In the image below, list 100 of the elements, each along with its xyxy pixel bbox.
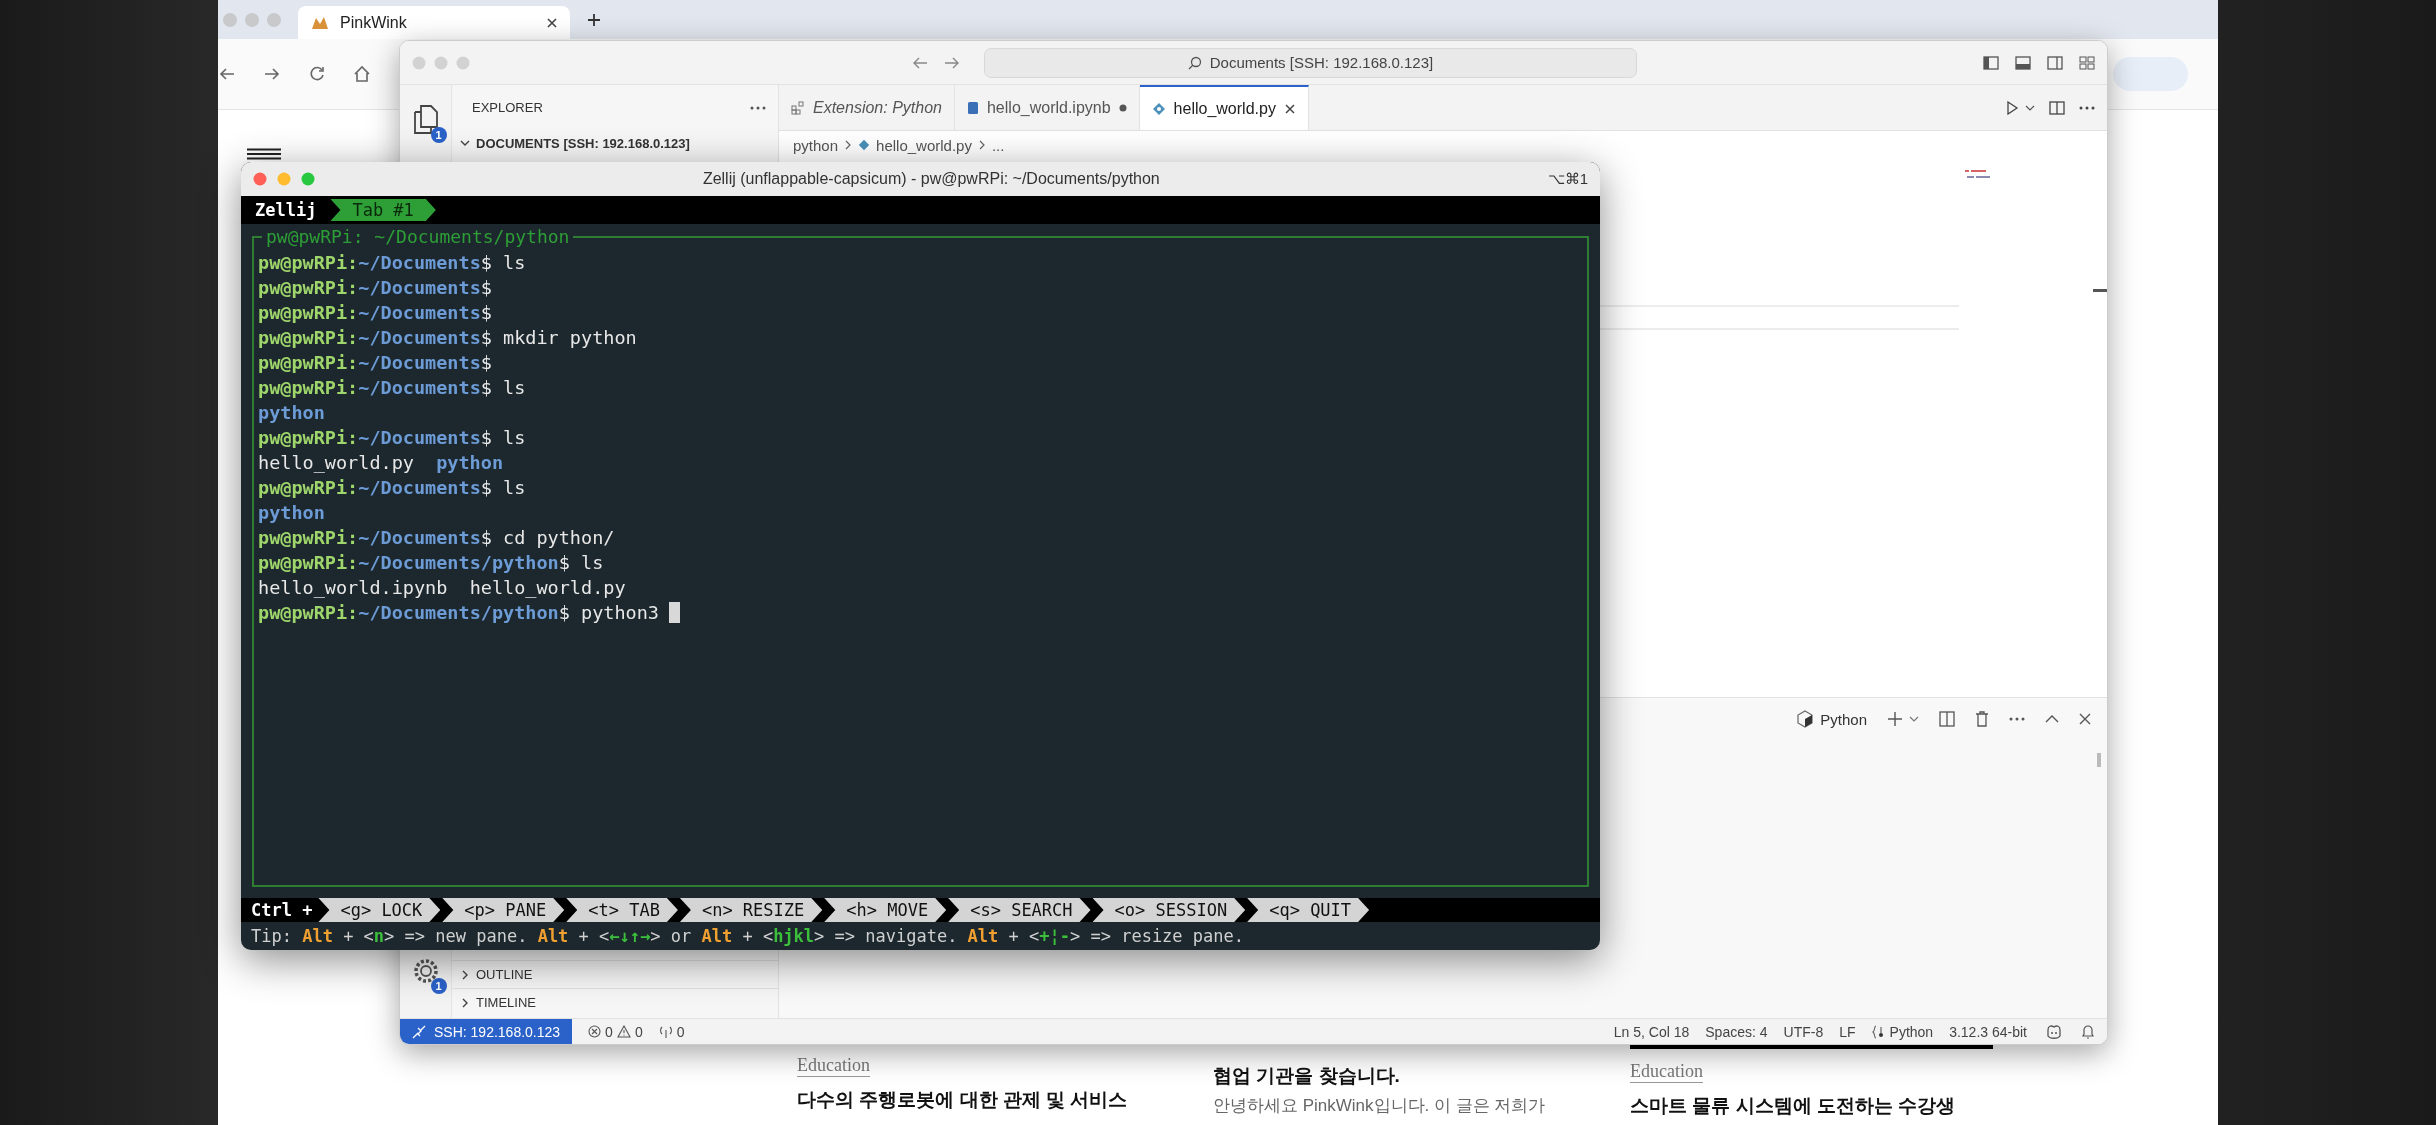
breadcrumb-item[interactable]: ...	[991, 136, 1005, 154]
remote-icon	[412, 1024, 426, 1039]
trash-icon[interactable]	[1975, 711, 1989, 727]
close-icon[interactable]	[546, 16, 558, 29]
antenna-icon	[658, 1025, 673, 1038]
forward-icon[interactable]	[944, 55, 960, 70]
secondary-sidebar-icon[interactable]	[2047, 55, 2063, 70]
editor-tab[interactable]: hello_world.py	[1139, 85, 1309, 130]
back-icon[interactable]	[218, 66, 236, 82]
breadcrumb-item[interactable]: python	[793, 136, 839, 154]
notification-badge: 1	[430, 978, 447, 994]
prompt-line: pw@pwRPi:~/Documents$ mkdir python	[258, 326, 637, 350]
sidebar-toggle-icon[interactable]	[1983, 55, 1999, 70]
layout-icon[interactable]	[2079, 55, 2095, 70]
back-icon[interactable]	[912, 55, 928, 70]
terminal-profile-icon	[1796, 710, 1815, 728]
interpreter-indicator[interactable]: 3.12.3 64-bit	[1949, 1023, 2027, 1040]
prompt-line: pw@pwRPi:~/Documents/python$ ls	[258, 551, 604, 575]
more-actions-icon[interactable]	[2079, 105, 2095, 110]
python-file-icon	[858, 139, 871, 151]
notebook-icon	[966, 100, 979, 115]
split-terminal-icon[interactable]	[1939, 711, 1955, 727]
keybinding-hint[interactable]: <q> QUIT	[1247, 898, 1370, 922]
editor-tab[interactable]: hello_world.ipynb	[954, 85, 1140, 130]
keybinding-hint[interactable]: <h> MOVE	[824, 898, 947, 922]
window-title: Zellij (unflappable-capsicum) - pw@pwRPi: ~/Documents/python	[701, 170, 1161, 188]
chevron-icon	[977, 140, 986, 150]
prompt-line: pw@pwRPi:~/Documents$ ls	[258, 376, 526, 400]
tip-text: Tip: Alt + <n> => new pane. Alt + <←↓↑→> or Alt + <hjkl> => navigate. Alt + <+¦-> => resize pane.	[250, 925, 1245, 948]
window-controls-icon[interactable]	[253, 172, 315, 186]
category-link[interactable]: Education	[797, 1055, 870, 1077]
menu-icon[interactable]	[247, 148, 281, 160]
warning-icon	[616, 1025, 631, 1038]
article-title[interactable]: 스마트 물류 시스템에 도전하는 수강생	[1630, 1093, 1956, 1119]
python-file-icon	[1151, 101, 1166, 116]
scrollbar[interactable]	[2093, 289, 2107, 292]
indentation-indicator[interactable]: Spaces: 4	[1705, 1023, 1768, 1040]
keybinding-hint[interactable]: <n> RESIZE	[679, 898, 823, 922]
notification-badge: 1	[430, 127, 447, 143]
forward-icon[interactable]	[263, 66, 281, 82]
encoding-indicator[interactable]: UTF-8	[1783, 1023, 1824, 1040]
cursor-position[interactable]: Ln 5, Col 18	[1613, 1023, 1690, 1040]
browser-tab[interactable]: PinkWink	[298, 6, 570, 39]
prompt-line: pw@pwRPi:~/Documents$ ls	[258, 476, 526, 500]
terminal-name[interactable]: Python	[1820, 710, 1867, 728]
more-actions-icon[interactable]	[2009, 717, 2025, 721]
close-icon[interactable]	[1283, 102, 1296, 115]
caret-icon[interactable]	[2025, 103, 2035, 112]
prompt-line: pw@pwRPi:~/Documents$	[258, 351, 492, 375]
more-actions-icon[interactable]	[750, 105, 766, 110]
extensions-icon	[791, 100, 805, 115]
output-line: hello_world.py python	[258, 451, 504, 475]
remote-indicator[interactable]: SSH: 192.168.0.123	[400, 1019, 573, 1044]
editor-tab[interactable]: Extension: Python	[779, 85, 955, 130]
prompt-line: pw@pwRPi:~/Documents/python$ python3	[258, 601, 659, 625]
terminal-tab[interactable]: Tab #1	[330, 199, 436, 221]
chevron-icon	[844, 140, 853, 150]
keybinding-hint[interactable]: <g> LOCK	[318, 898, 441, 922]
article-title[interactable]: 협업 기관을 찾습니다.	[1213, 1063, 1400, 1089]
maximize-panel-icon[interactable]	[2045, 715, 2059, 723]
error-icon	[588, 1025, 602, 1038]
session-name: Zellij	[255, 200, 317, 220]
prompt-line: pw@pwRPi:~/Documents$ ls	[258, 251, 526, 275]
problems-indicator[interactable]: 0 0	[588, 1023, 643, 1040]
folder-header[interactable]: DOCUMENTS [SSH: 192.168.0.123]	[452, 130, 778, 156]
panel-toggle-icon[interactable]	[2015, 55, 2031, 70]
article-excerpt: 안녕하세요 PinkWink입니다. 이 글은 저희가	[1213, 1095, 1546, 1117]
shortcut-label: ⌥⌘1	[1547, 170, 1588, 188]
section-header[interactable]: TIMELINE	[452, 988, 778, 1016]
mode-label: Ctrl +	[251, 900, 313, 920]
caret-icon[interactable]	[1909, 715, 1919, 723]
new-terminal-icon[interactable]	[1887, 711, 1903, 727]
command-center-search[interactable]: Documents [SSH: 192.168.0.123]	[984, 47, 1637, 78]
run-icon[interactable]	[2005, 100, 2019, 115]
new-tab-icon[interactable]	[586, 11, 602, 28]
close-icon[interactable]	[2079, 713, 2091, 725]
search-icon	[1187, 55, 1202, 70]
output-line: hello_world.ipynb hello_world.py	[258, 576, 626, 600]
article-title[interactable]: 다수의 주행로봇에 대한 관제 및 서비스	[797, 1087, 1128, 1113]
output-line: python	[258, 501, 325, 525]
prompt-line: pw@pwRPi:~/Documents$ cd python/	[258, 526, 615, 550]
section-header[interactable]: OUTLINE	[452, 960, 778, 988]
keybinding-hint[interactable]: <p> PANE	[442, 898, 565, 922]
keybinding-hint[interactable]: <t> TAB	[566, 898, 678, 922]
keybinding-hint[interactable]: <o> SESSION	[1092, 898, 1246, 922]
prompt-line: pw@pwRPi:~/Documents$	[258, 276, 492, 300]
language-mode[interactable]: Python	[1871, 1023, 1934, 1040]
ports-indicator[interactable]: 0	[658, 1023, 685, 1040]
breadcrumb-item[interactable]: hello_world.py	[876, 136, 972, 154]
keybinding-hint[interactable]: <s> SEARCH	[948, 898, 1091, 922]
scrollbar[interactable]	[2097, 753, 2101, 767]
output-line: python	[258, 401, 325, 425]
home-icon[interactable]	[353, 65, 371, 83]
bell-icon[interactable]	[2081, 1023, 2095, 1040]
reload-icon[interactable]	[308, 65, 326, 83]
category-link[interactable]: Education	[1630, 1061, 1703, 1083]
line-ending-indicator[interactable]: LF	[1839, 1023, 1856, 1040]
split-editor-icon[interactable]	[2049, 100, 2065, 115]
explorer-title: EXPLORER	[472, 100, 543, 115]
prompt-line: pw@pwRPi:~/Documents$	[258, 301, 492, 325]
